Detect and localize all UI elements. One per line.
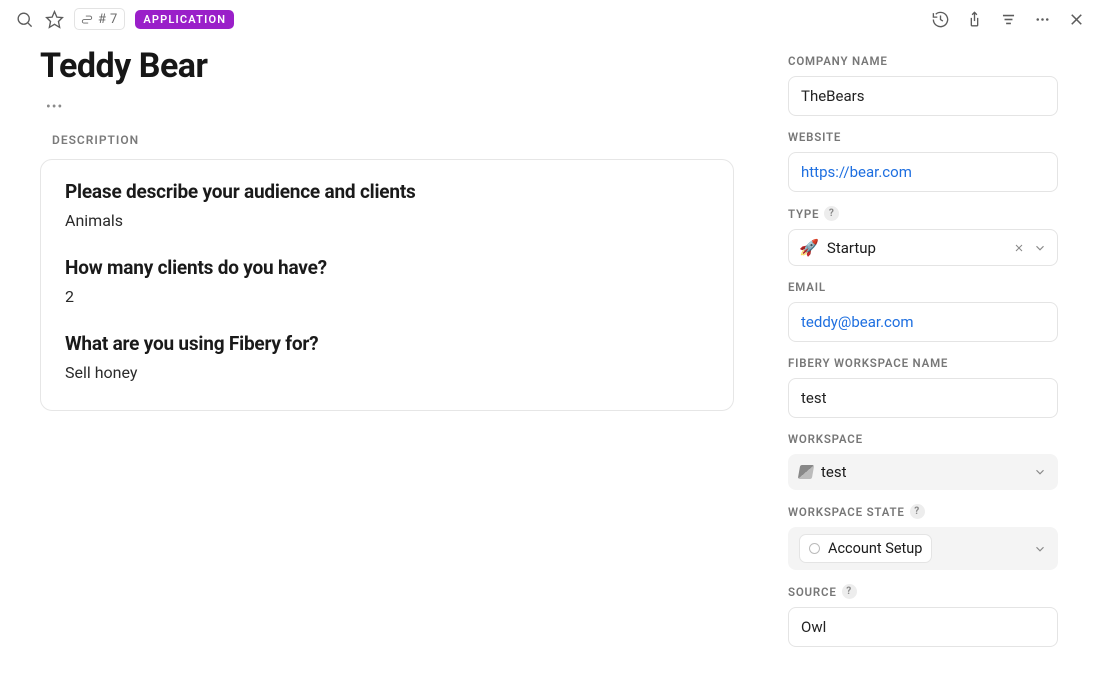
workspace-select[interactable]: test <box>788 454 1058 490</box>
type-label: TYPE ? <box>788 206 1058 221</box>
company-name-label: COMPANY NAME <box>788 54 1058 68</box>
website-input[interactable] <box>788 152 1058 192</box>
state-dot-icon <box>809 543 820 554</box>
email-label: EMAIL <box>788 280 1058 294</box>
fibery-workspace-name-label: FIBERY WORKSPACE NAME <box>788 356 1058 370</box>
fibery-workspace-name-input[interactable] <box>788 378 1058 418</box>
workspace-state-select[interactable]: Account Setup <box>788 527 1058 570</box>
history-icon[interactable] <box>930 9 950 29</box>
help-icon[interactable]: ? <box>910 504 925 519</box>
search-icon[interactable] <box>14 9 34 29</box>
desc-q1: Please describe your audience and client… <box>65 180 709 203</box>
workspace-state-label: WORKSPACE STATE ? <box>788 504 1058 519</box>
source-label: SOURCE ? <box>788 584 1058 599</box>
entity-id-number: 7 <box>110 12 117 27</box>
desc-a3: Sell honey <box>65 363 709 382</box>
sidebar: COMPANY NAME WEBSITE TYPE ? 🚀 Startup <box>776 36 1082 698</box>
more-icon[interactable] <box>1032 9 1052 29</box>
chevron-down-icon[interactable] <box>1033 465 1047 479</box>
workspace-state-chip: Account Setup <box>799 534 932 563</box>
entity-id[interactable]: #7 <box>74 8 125 30</box>
share-icon[interactable] <box>964 9 984 29</box>
type-badge: APPLICATION <box>135 10 234 29</box>
workspace-icon <box>798 465 814 479</box>
desc-a2: 2 <box>65 287 709 306</box>
main: Teddy Bear ••• DESCRIPTION Please descri… <box>0 36 1100 698</box>
entity-id-prefix: # <box>98 12 106 27</box>
field-type: TYPE ? 🚀 Startup <box>788 206 1058 266</box>
type-select[interactable]: 🚀 Startup <box>788 229 1058 266</box>
clear-icon[interactable] <box>1013 242 1025 254</box>
field-email: EMAIL <box>788 280 1058 342</box>
content: Teddy Bear ••• DESCRIPTION Please descri… <box>0 36 776 698</box>
email-input[interactable] <box>788 302 1058 342</box>
source-input[interactable] <box>788 607 1058 647</box>
help-icon[interactable]: ? <box>824 206 839 221</box>
chevron-down-icon[interactable] <box>1033 241 1047 255</box>
workspace-state-value: Account Setup <box>828 540 922 557</box>
field-website: WEBSITE <box>788 130 1058 192</box>
rocket-icon: 🚀 <box>799 238 819 257</box>
topbar: #7 APPLICATION <box>0 0 1100 36</box>
chevron-down-icon[interactable] <box>1033 542 1047 556</box>
filter-icon[interactable] <box>998 9 1018 29</box>
field-workspace-state: WORKSPACE STATE ? Account Setup <box>788 504 1058 570</box>
desc-q2: How many clients do you have? <box>65 256 709 279</box>
help-icon[interactable]: ? <box>842 584 857 599</box>
workspace-value: test <box>821 463 847 481</box>
description-card[interactable]: Please describe your audience and client… <box>40 159 734 411</box>
field-source: SOURCE ? <box>788 584 1058 647</box>
close-icon[interactable] <box>1066 9 1086 29</box>
field-company-name: COMPANY NAME <box>788 54 1058 116</box>
field-workspace: WORKSPACE test <box>788 432 1058 490</box>
page-title[interactable]: Teddy Bear <box>40 46 752 86</box>
topbar-left: #7 APPLICATION <box>14 8 234 30</box>
website-label: WEBSITE <box>788 130 1058 144</box>
desc-q3: What are you using Fibery for? <box>65 332 709 355</box>
description-label: DESCRIPTION <box>52 133 752 147</box>
desc-a1: Animals <box>65 211 709 230</box>
topbar-right <box>930 9 1086 29</box>
field-fibery-workspace-name: FIBERY WORKSPACE NAME <box>788 356 1058 418</box>
workspace-label: WORKSPACE <box>788 432 1058 446</box>
page-more-button[interactable]: ••• <box>46 99 63 115</box>
type-value: Startup <box>827 239 876 257</box>
star-icon[interactable] <box>44 9 64 29</box>
company-name-input[interactable] <box>788 76 1058 116</box>
